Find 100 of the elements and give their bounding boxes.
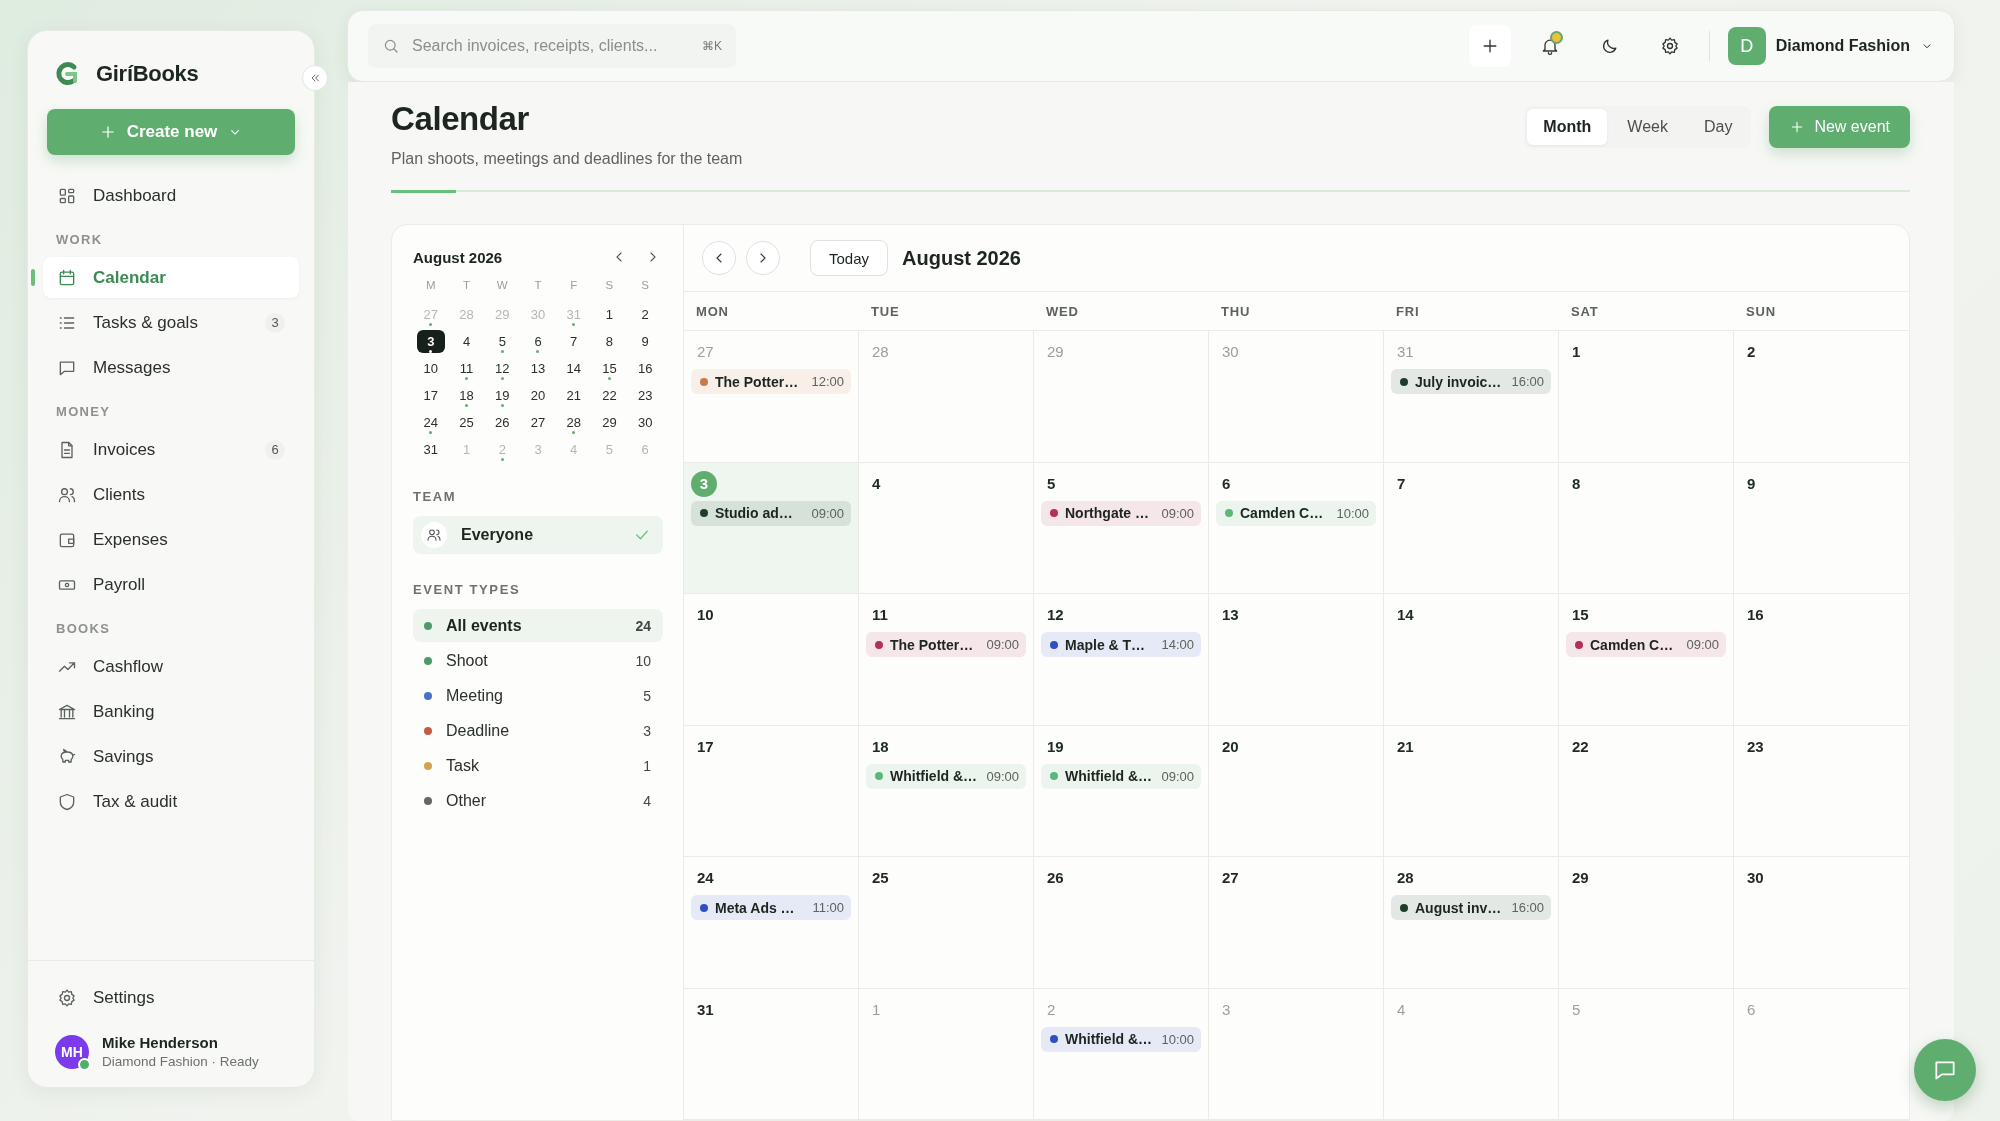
day-cell[interactable]: 22 [1559,725,1734,856]
day-cell[interactable]: 23 [1734,725,1909,856]
day-cell[interactable]: 21 [1384,725,1559,856]
day-cell[interactable]: 20 [1209,725,1384,856]
day-cell[interactable]: 18 Whitfield &… 09:00 [859,725,1034,856]
account-menu[interactable]: D Diamond Fashion [1727,27,1934,65]
day-cell[interactable]: 2 [1734,331,1909,462]
mini-calendar-day[interactable]: 26 [488,411,517,434]
day-cell[interactable]: 30 [1734,857,1909,988]
search-input[interactable]: Search invoices, receipts, clients... [410,36,692,56]
event-chip[interactable]: July invoic… 16:00 [1391,369,1551,394]
day-cell[interactable]: 15 Camden C… 09:00 [1559,594,1734,725]
sidebar-item[interactable]: Tasks & goals 3 [43,302,299,343]
mini-calendar-day[interactable]: 24 [417,411,445,434]
event-chip[interactable]: Maple & T… 14:00 [1041,632,1201,657]
mini-calendar-day[interactable]: 29 [595,411,624,434]
mini-calendar-day[interactable]: 20 [524,384,552,407]
mini-calendar-day[interactable]: 21 [559,384,588,407]
mini-calendar-day[interactable]: 17 [417,384,445,407]
mini-calendar-day[interactable]: 23 [631,384,659,407]
event-chip[interactable]: Whitfield &… 09:00 [866,763,1026,789]
mini-calendar-day[interactable]: 12 [488,357,517,380]
day-cell[interactable]: 25 [859,857,1034,988]
event-type-filter[interactable]: Deadline 3 [413,714,663,747]
mini-calendar-day[interactable]: 5 [488,330,517,353]
sidebar-item[interactable]: Cashflow [43,646,299,687]
mini-calendar-day[interactable]: 11 [452,357,481,380]
sidebar-item[interactable]: Tax & audit [43,781,299,822]
event-type-filter[interactable]: Meeting 5 [413,679,663,712]
today-button[interactable]: Today [810,240,889,276]
mini-calendar-day[interactable]: 9 [631,330,659,353]
view-tab[interactable]: Day [1687,109,1749,145]
day-cell[interactable]: 31 July invoic… 16:00 [1384,331,1559,462]
mini-calendar-day[interactable]: 27 [524,411,552,434]
mini-calendar-day[interactable]: 14 [559,357,588,380]
day-cell[interactable]: 27 The Potter… 12:00 [684,331,859,462]
event-chip[interactable]: Studio ad… 09:00 [691,500,851,526]
event-chip[interactable]: The Potter… 12:00 [691,369,851,394]
mini-calendar-day[interactable]: 15 [595,357,624,380]
mini-calendar-day[interactable]: 4 [452,330,481,353]
mini-calendar-day[interactable]: 25 [452,411,481,434]
sidebar-item[interactable]: Savings [43,736,299,777]
event-type-filter[interactable]: Other 4 [413,784,663,817]
day-cell[interactable]: 28 August inv… 16:00 [1384,857,1559,988]
previous-button[interactable] [702,241,736,275]
sidebar-item[interactable]: Expenses [43,519,299,560]
mini-calendar-day[interactable]: 22 [595,384,624,407]
mini-calendar-day[interactable]: 16 [631,357,659,380]
event-type-filter[interactable]: All events 24 [413,609,663,642]
event-chip[interactable]: Whitfield &… 10:00 [1041,1026,1201,1052]
sidebar-item[interactable]: Invoices 6 [43,429,299,470]
day-cell[interactable]: 3 Studio ad… 09:00 [684,462,859,593]
team-filter[interactable]: Everyone [413,516,663,554]
event-chip[interactable]: Northgate … 09:00 [1041,500,1201,526]
mini-calendar-day[interactable]: 8 [595,330,624,353]
mini-calendar-day[interactable]: 10 [417,357,445,380]
day-cell[interactable]: 5 Northgate … 09:00 [1034,462,1209,593]
day-cell[interactable]: 12 Maple & T… 14:00 [1034,594,1209,725]
mini-calendar-day[interactable]: 13 [524,357,552,380]
day-cell[interactable]: 31 [684,988,859,1119]
mini-calendar-day[interactable]: 3 [417,330,445,353]
day-cell[interactable]: 2 Whitfield &… 10:00 [1034,988,1209,1119]
day-cell[interactable]: 17 [684,725,859,856]
day-cell[interactable]: 4 [859,462,1034,593]
day-cell[interactable]: 7 [1384,462,1559,593]
sidebar-item[interactable]: Dashboard [43,175,299,216]
day-cell[interactable]: 13 [1209,594,1384,725]
day-cell[interactable]: 19 Whitfield &… 09:00 [1034,725,1209,856]
next-button[interactable] [746,241,780,275]
view-tab[interactable]: Month [1527,109,1608,145]
sidebar-item[interactable]: Payroll [43,564,299,605]
collapse-button[interactable] [302,65,328,91]
day-cell[interactable]: 16 [1734,594,1909,725]
event-chip[interactable]: August inv… 16:00 [1391,895,1551,920]
day-cell[interactable]: 29 [1559,857,1734,988]
search-field[interactable]: Search invoices, receipts, clients... ⌘K [368,24,736,68]
mini-calendar-day[interactable]: 2 [631,303,659,326]
mini-calendar-day[interactable]: 30 [631,411,659,434]
event-type-filter[interactable]: Task 1 [413,749,663,782]
event-chip[interactable]: Camden C… 10:00 [1216,500,1376,526]
day-cell[interactable]: 14 [1384,594,1559,725]
sidebar-item[interactable]: Messages [43,347,299,388]
day-cell[interactable]: 27 [1209,857,1384,988]
day-cell[interactable]: 26 [1034,857,1209,988]
day-cell[interactable]: 1 [1559,331,1734,462]
sidebar-item[interactable]: Banking [43,691,299,732]
event-chip[interactable]: Meta Ads … 11:00 [691,895,851,920]
mini-calendar-day[interactable]: 6 [524,330,552,353]
sidebar-item[interactable]: Clients [43,474,299,515]
mini-calendar-day[interactable]: 19 [488,384,517,407]
event-chip[interactable]: Camden C… 09:00 [1566,632,1726,657]
mini-calendar-day[interactable]: 31 [417,438,445,461]
day-cell[interactable]: 9 [1734,462,1909,593]
mini-calendar-day[interactable]: 1 [595,303,624,326]
mini-calendar-day[interactable]: 28 [559,411,588,434]
event-type-filter[interactable]: Shoot 10 [413,644,663,677]
chat-button[interactable] [1914,1039,1976,1101]
day-cell[interactable]: 11 The Potter… 09:00 [859,594,1034,725]
day-cell[interactable]: 10 [684,594,859,725]
settings-item[interactable]: Settings [43,977,299,1018]
